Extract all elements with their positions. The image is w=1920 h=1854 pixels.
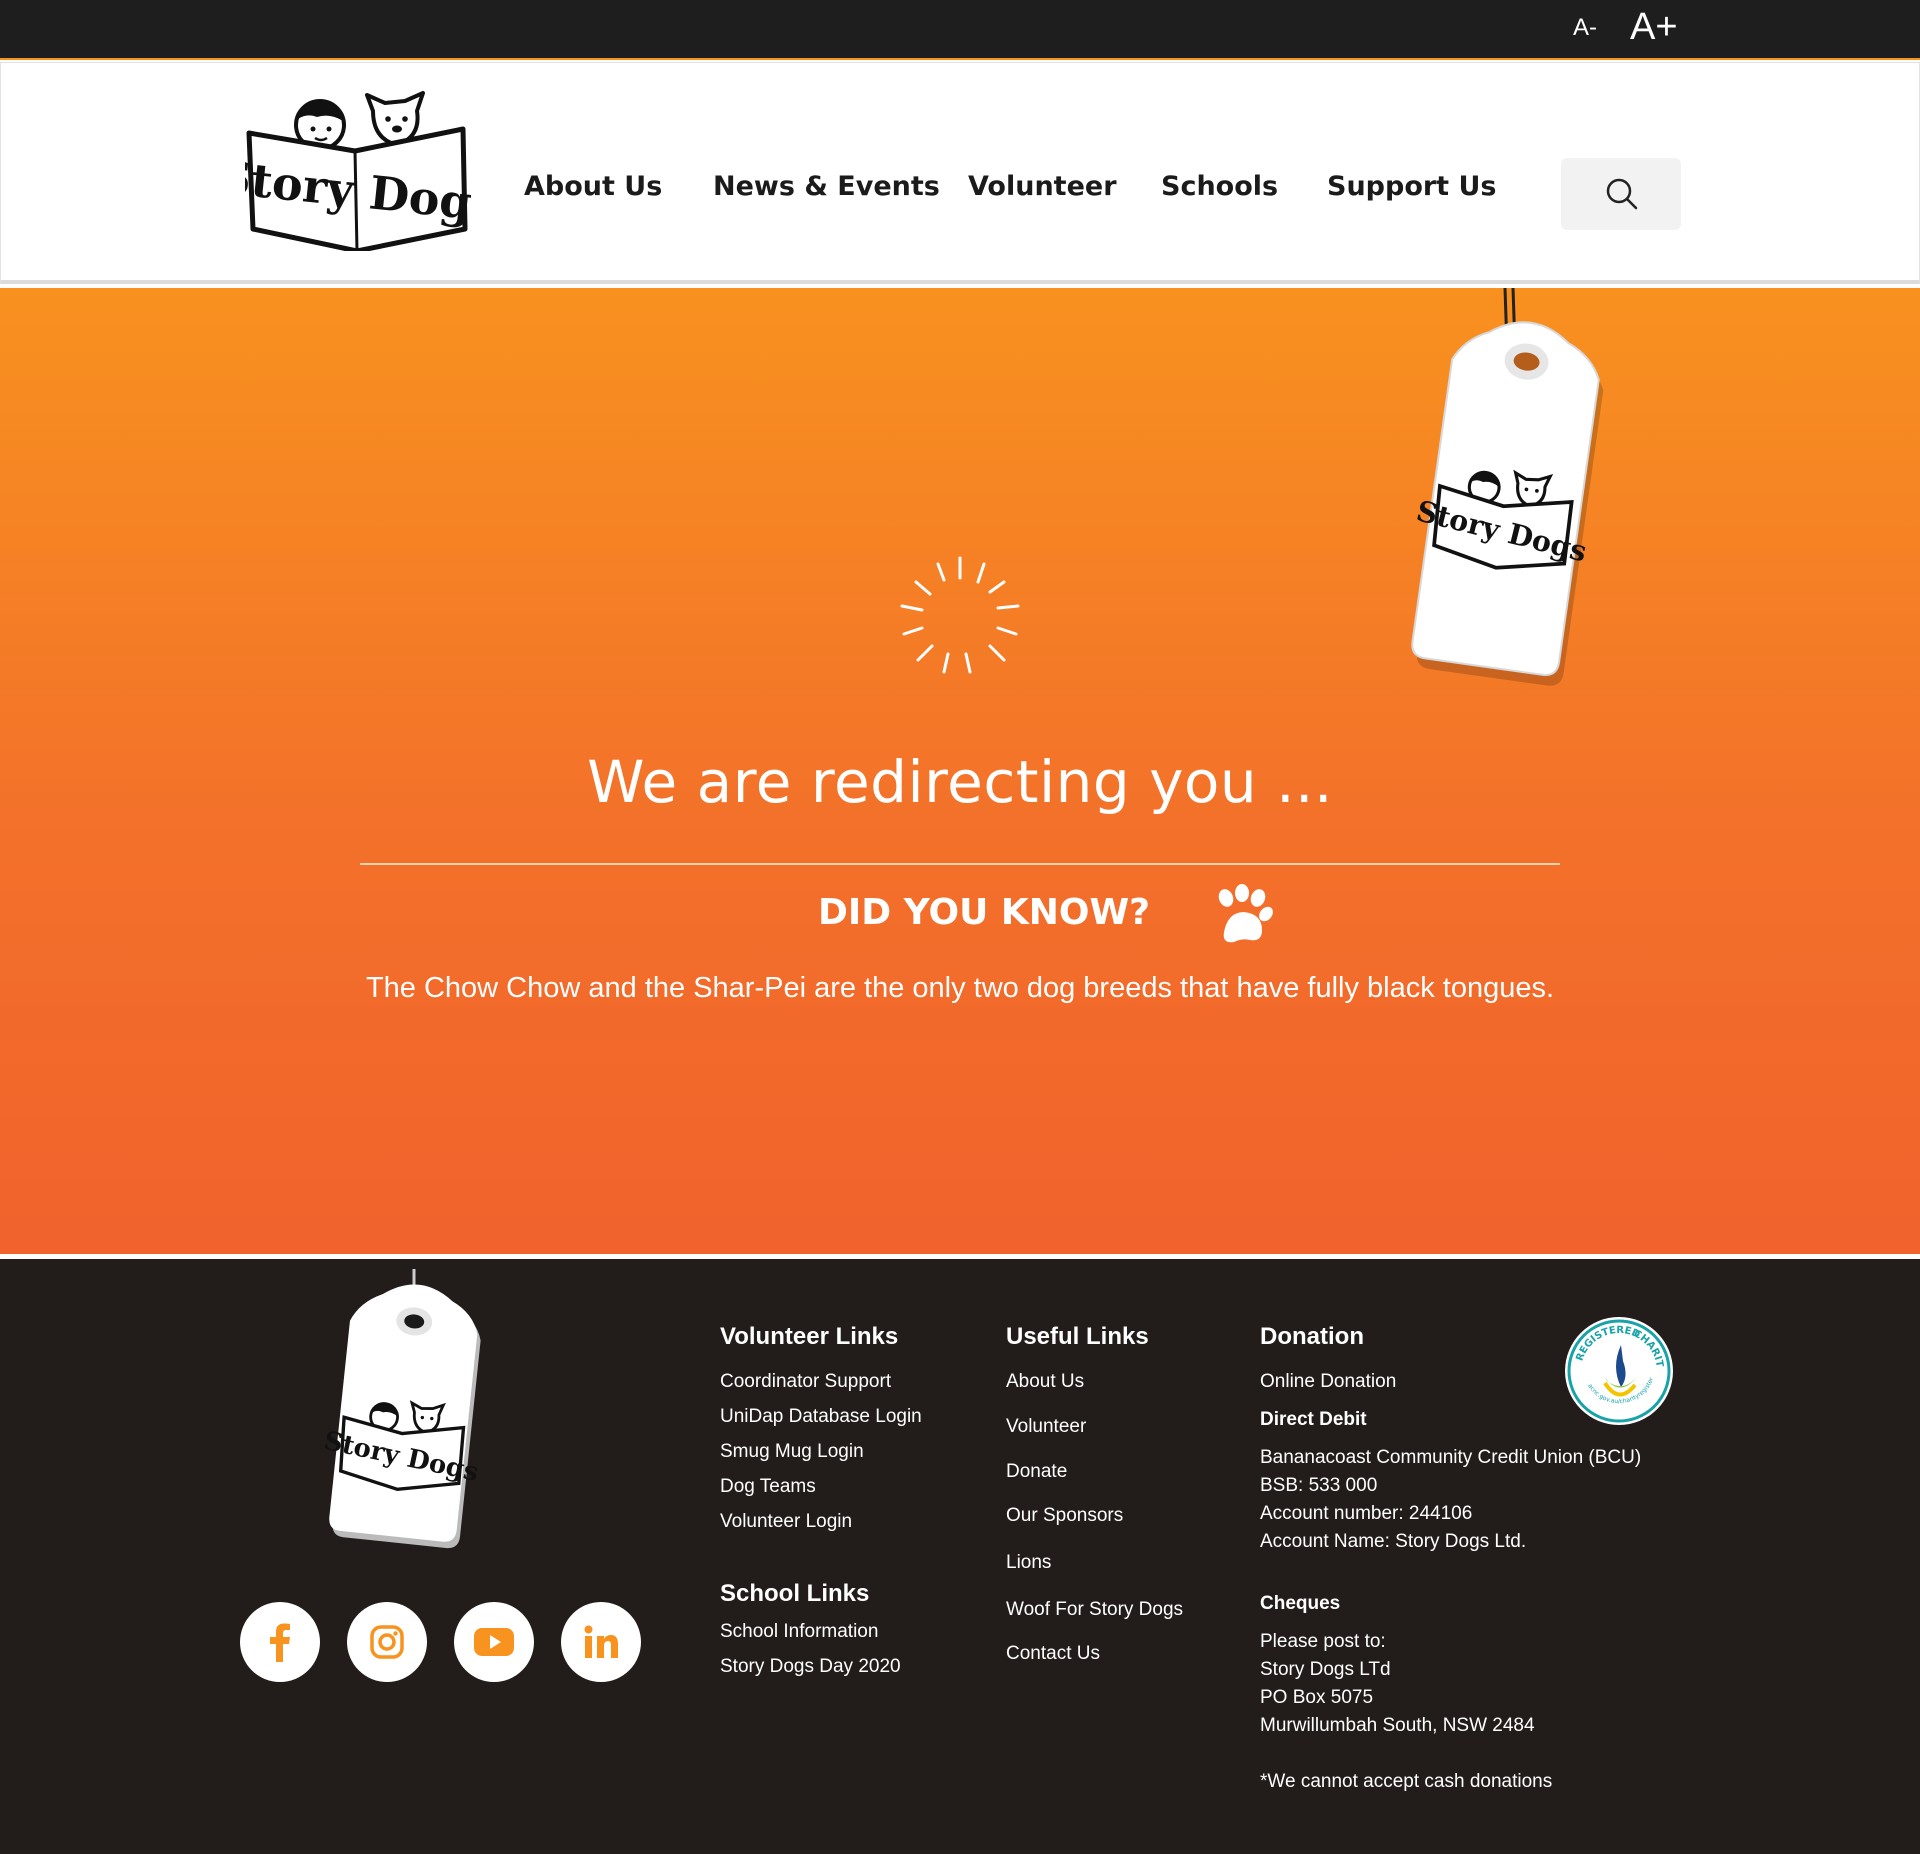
did-you-know-text: The Chow Chow and the Shar-Pei are the o… xyxy=(365,972,1555,1004)
accessibility-bar: A- A+ xyxy=(0,0,1920,60)
search-button[interactable] xyxy=(1561,158,1681,230)
site-header: Story Dogs About Us News & Events Volunt… xyxy=(0,62,1920,284)
link-volunteer-login[interactable]: Volunteer Login xyxy=(720,1511,852,1533)
youtube-icon xyxy=(474,1628,514,1656)
instagram-button[interactable] xyxy=(347,1602,427,1682)
hanging-tag-logo: Story Dogs xyxy=(1411,288,1604,686)
footer-tag-logo: Story Dogs xyxy=(321,1269,481,1549)
linkedin-icon xyxy=(584,1625,618,1658)
donation-title: Donation xyxy=(1260,1323,1364,1350)
paw-icon xyxy=(1218,884,1273,943)
direct-debit-account-number: Account number: 244106 xyxy=(1260,1503,1473,1524)
loading-spinner-icon xyxy=(900,556,1020,674)
nav-schools[interactable]: Schools xyxy=(1161,171,1278,202)
facebook-button[interactable] xyxy=(240,1602,320,1682)
school-links-title: School Links xyxy=(720,1580,870,1607)
direct-debit-bank: Bananacoast Community Credit Union (BCU) xyxy=(1260,1447,1642,1468)
direct-debit-bsb: BSB: 533 000 xyxy=(1260,1475,1378,1496)
site-footer: Story Dogs Volunteer Links Coordinator S… xyxy=(0,1256,1920,1854)
linkedin-button[interactable] xyxy=(561,1602,641,1682)
useful-links-title: Useful Links xyxy=(1006,1323,1149,1350)
cheques-line-2: Story Dogs LTd xyxy=(1260,1659,1391,1680)
cheques-line-3: PO Box 5075 xyxy=(1260,1687,1374,1708)
link-school-information[interactable]: School Information xyxy=(720,1621,878,1643)
did-you-know-title: DID YOU KNOW? xyxy=(818,892,1151,933)
search-icon xyxy=(1606,178,1638,210)
cheques-line-4: Murwillumbah South, NSW 2484 xyxy=(1260,1715,1535,1736)
font-increase-button[interactable]: A+ xyxy=(1630,6,1678,49)
cheques-line-1: Please post to: xyxy=(1260,1631,1386,1652)
link-woof-for-story-dogs[interactable]: Woof For Story Dogs xyxy=(1006,1599,1183,1621)
registered-charity-badge[interactable]: REGISTERED CHARITY acnc.gov.au/charityre… xyxy=(1563,1315,1675,1427)
link-coordinator-support[interactable]: Coordinator Support xyxy=(720,1371,891,1393)
link-lions[interactable]: Lions xyxy=(1006,1552,1051,1574)
link-online-donation[interactable]: Online Donation xyxy=(1260,1371,1396,1393)
link-donate[interactable]: Donate xyxy=(1006,1461,1067,1483)
nav-volunteer[interactable]: Volunteer xyxy=(968,171,1117,202)
link-contact-us[interactable]: Contact Us xyxy=(1006,1643,1100,1665)
hero-divider xyxy=(360,863,1560,865)
nav-support-us[interactable]: Support Us xyxy=(1327,171,1497,202)
cash-donation-note: *We cannot accept cash donations xyxy=(1260,1771,1553,1792)
direct-debit-account-name: Account Name: Story Dogs Ltd. xyxy=(1260,1531,1527,1552)
link-unidap-login[interactable]: UniDap Database Login xyxy=(720,1406,922,1428)
link-smug-mug-login[interactable]: Smug Mug Login xyxy=(720,1441,864,1463)
volunteer-links-title: Volunteer Links xyxy=(720,1323,899,1350)
link-dog-teams[interactable]: Dog Teams xyxy=(720,1476,816,1498)
nav-news-events[interactable]: News & Events xyxy=(713,171,940,202)
link-about-us[interactable]: About Us xyxy=(1006,1371,1084,1393)
link-our-sponsors[interactable]: Our Sponsors xyxy=(1006,1505,1123,1527)
youtube-button[interactable] xyxy=(454,1602,534,1682)
cheques-title: Cheques xyxy=(1260,1593,1341,1614)
redirect-title: We are redirecting you ... xyxy=(587,748,1333,816)
redirect-hero: Story Dogs We are redirecting you ... DI… xyxy=(0,288,1920,1254)
nav-about-us[interactable]: About Us xyxy=(524,171,662,202)
story-dogs-logo[interactable]: Story Dogs xyxy=(245,89,471,251)
font-decrease-button[interactable]: A- xyxy=(1573,14,1597,42)
link-story-dogs-day[interactable]: Story Dogs Day 2020 xyxy=(720,1656,901,1678)
instagram-icon xyxy=(370,1625,404,1659)
link-volunteer[interactable]: Volunteer xyxy=(1006,1416,1086,1438)
facebook-icon xyxy=(270,1623,290,1662)
direct-debit-title: Direct Debit xyxy=(1260,1409,1367,1430)
